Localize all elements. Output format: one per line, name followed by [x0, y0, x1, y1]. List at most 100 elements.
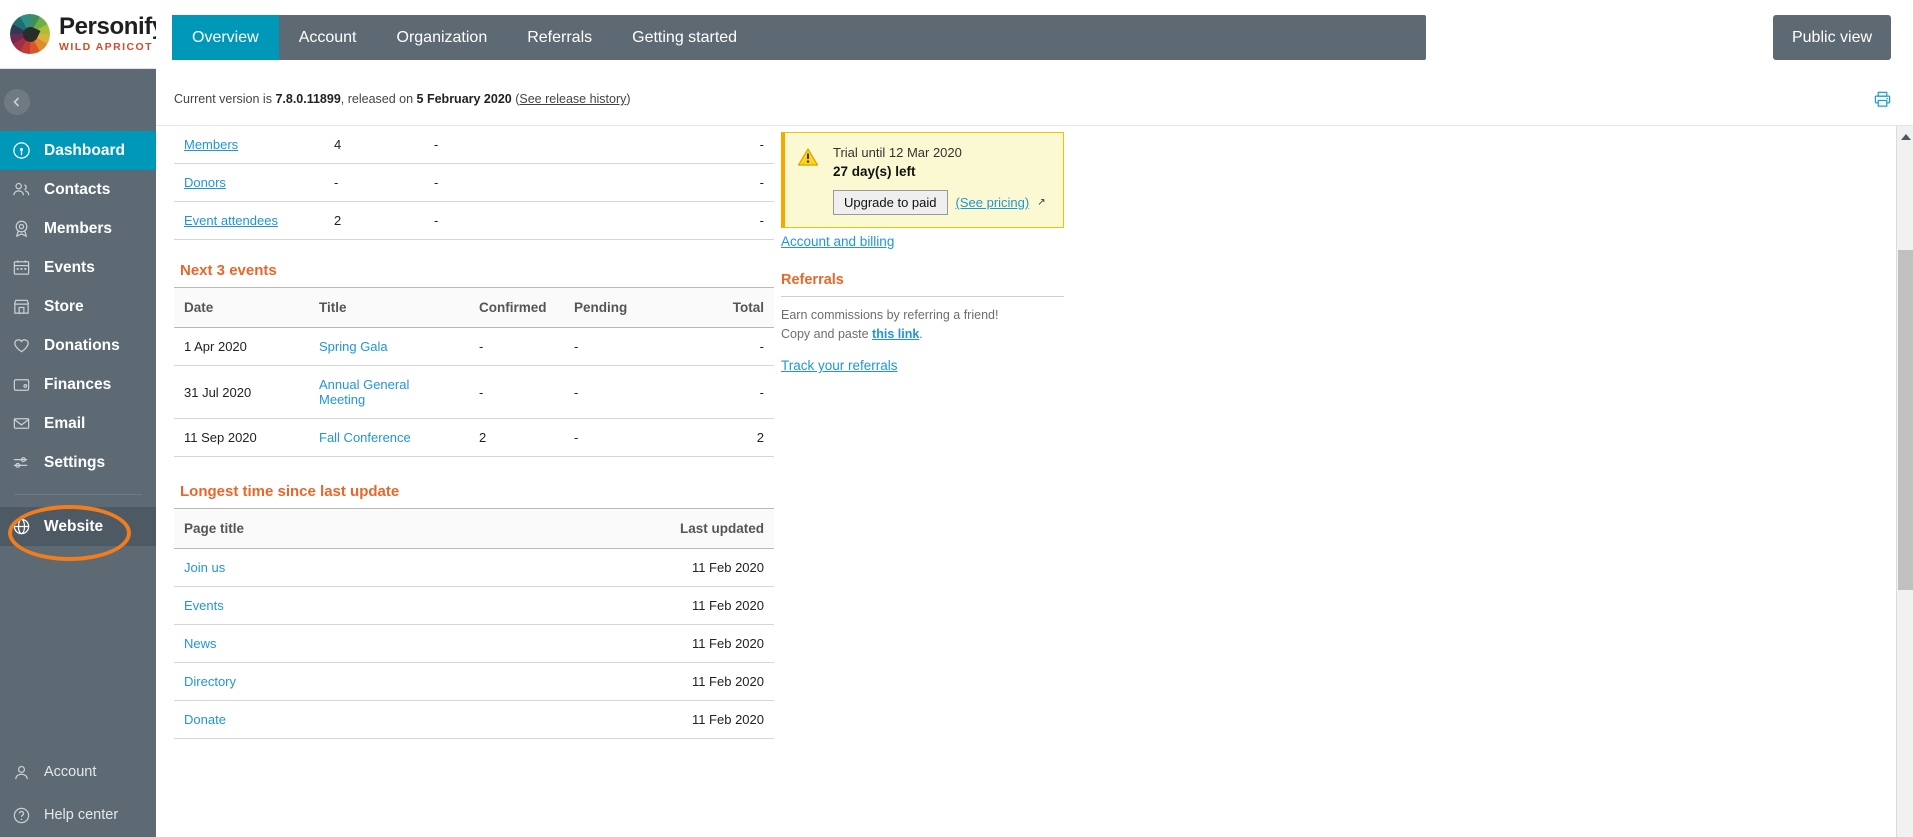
vertical-scrollbar[interactable]	[1896, 126, 1913, 837]
event-title-link[interactable]: Annual General Meeting	[319, 377, 409, 407]
page-link[interactable]: Directory	[184, 674, 236, 689]
trial-days-left: 27 day(s) left	[833, 164, 916, 179]
sidebar-item-settings[interactable]: Settings	[0, 443, 156, 482]
scroll-up-button[interactable]	[1897, 128, 1913, 145]
brand-name: Personify	[59, 13, 165, 41]
column-header-date: Date	[174, 287, 309, 328]
sidebar-item-label: Members	[44, 219, 113, 237]
sidebar-item-donations[interactable]: Donations	[0, 326, 156, 365]
close-paren: )	[626, 92, 631, 106]
brand-tagline: WILD APRICOT	[59, 41, 154, 54]
version-number: 7.8.0.11899	[275, 92, 341, 106]
event-confirmed: 2	[469, 418, 564, 457]
sidebar-item-label: Events	[44, 258, 95, 276]
table-row: Event attendees 2 - -	[174, 201, 774, 240]
summary-link-event-attendees[interactable]: Event attendees	[184, 213, 278, 228]
referrals-header: Referrals	[781, 272, 1064, 297]
sidebar-item-email[interactable]: Email	[0, 404, 156, 443]
event-title-link[interactable]: Spring Gala	[319, 339, 388, 354]
sidebar-bottom-nav: Account Help center	[0, 751, 156, 837]
page-updated: 11 Feb 2020	[334, 586, 774, 625]
summary-cell: -	[574, 163, 774, 202]
tab-organization[interactable]: Organization	[377, 15, 508, 60]
event-confirmed: -	[469, 365, 564, 419]
contacts-icon	[12, 180, 38, 199]
sidebar-item-contacts[interactable]: Contacts	[0, 170, 156, 209]
see-pricing-link[interactable]: (See pricing)	[956, 195, 1030, 210]
summary-cell: -	[574, 126, 774, 164]
referrals-line-2-prefix: Copy and paste	[781, 326, 873, 341]
event-date: 1 Apr 2020	[174, 327, 309, 366]
referral-this-link[interactable]: this link	[872, 327, 919, 341]
table-row: Donors - - -	[174, 163, 774, 202]
event-total: -	[659, 327, 774, 366]
table-row: Donate 11 Feb 2020	[174, 700, 774, 739]
version-middle: , released on	[340, 92, 417, 106]
heart-icon	[12, 336, 38, 355]
sidebar-item-members[interactable]: Members	[0, 209, 156, 248]
table-header-row: Date Title Confirmed Pending Total	[174, 287, 774, 328]
trial-actions: Upgrade to paid (See pricing) ↗	[833, 190, 1051, 215]
sidebar-item-account[interactable]: Account	[0, 751, 156, 793]
sidebar-item-dashboard[interactable]: Dashboard	[0, 131, 156, 170]
tab-account[interactable]: Account	[279, 15, 377, 60]
tab-referrals[interactable]: Referrals	[507, 15, 612, 60]
page-link[interactable]: News	[184, 636, 217, 651]
sidebar-item-website[interactable]: Website	[0, 507, 156, 546]
page-link[interactable]: Events	[184, 598, 224, 613]
column-header-last-updated: Last updated	[334, 508, 774, 549]
sidebar-item-label: Website	[44, 517, 104, 535]
sidebar-item-label: Contacts	[44, 180, 111, 198]
pinwheel-logo-icon	[10, 14, 50, 54]
sidebar-item-store[interactable]: Store	[0, 287, 156, 326]
summary-link-members[interactable]: Members	[184, 137, 238, 152]
version-bar: Current version is 7.8.0.11899, released…	[156, 75, 1913, 126]
event-title-link[interactable]: Fall Conference	[319, 430, 411, 445]
page-link[interactable]: Donate	[184, 712, 226, 727]
public-view-button[interactable]: Public view	[1773, 15, 1891, 60]
gauge-icon	[12, 141, 38, 160]
upgrade-to-paid-button[interactable]: Upgrade to paid	[833, 190, 948, 215]
sidebar-item-help-center[interactable]: Help center	[0, 793, 156, 837]
external-link-icon: ↗	[1037, 197, 1046, 208]
brand-logo[interactable]: Personify WILD APRICOT	[0, 0, 165, 69]
page-updated: 11 Feb 2020	[334, 662, 774, 701]
scrollbar-thumb[interactable]	[1898, 250, 1913, 590]
trial-until-text: Trial until 12 Mar 2020	[833, 145, 962, 160]
tab-getting-started[interactable]: Getting started	[612, 15, 757, 60]
column-header-confirmed: Confirmed	[469, 287, 564, 328]
sidebar-item-label: Help center	[44, 807, 119, 823]
tab-overview[interactable]: Overview	[172, 15, 279, 60]
summary-cell: -	[574, 201, 774, 240]
summary-cell: 2	[324, 201, 424, 240]
table-row: Members 4 - -	[174, 126, 774, 164]
track-your-referrals-link[interactable]: Track your referrals	[781, 358, 898, 373]
page-updated: 11 Feb 2020	[334, 548, 774, 587]
main-content: Members 4 - - Donors - - - Event attende…	[156, 126, 1913, 837]
event-pending: -	[564, 418, 659, 457]
referrals-line-2: Copy and paste this link.	[781, 325, 1064, 344]
collapse-sidebar-button[interactable]	[4, 89, 30, 115]
printer-icon[interactable]	[1873, 90, 1892, 114]
referrals-line-2-suffix: .	[919, 326, 923, 341]
table-row: Directory 11 Feb 2020	[174, 662, 774, 701]
sidebar-item-finances[interactable]: Finances	[0, 365, 156, 404]
page-link[interactable]: Join us	[184, 560, 225, 575]
store-icon	[12, 297, 38, 316]
calendar-icon	[12, 258, 38, 277]
release-history-link[interactable]: See release history	[519, 92, 626, 106]
tab-strip: Overview Account Organization Referrals …	[172, 15, 1426, 60]
table-row: 1 Apr 2020 Spring Gala - - -	[174, 327, 774, 366]
person-icon	[12, 763, 38, 782]
summary-cell: -	[424, 163, 574, 202]
account-and-billing-link[interactable]: Account and billing	[781, 234, 894, 249]
next-events-title: Next 3 events	[180, 262, 277, 279]
sidebar-item-label: Store	[44, 297, 84, 315]
globe-icon	[12, 517, 38, 536]
sidebar-item-label: Email	[44, 414, 86, 432]
table-row: Join us 11 Feb 2020	[174, 548, 774, 587]
release-date: 5 February 2020	[416, 92, 512, 106]
sidebar-item-events[interactable]: Events	[0, 248, 156, 287]
summary-link-donors[interactable]: Donors	[184, 175, 226, 190]
referrals-body: Earn commissions by referring a friend! …	[781, 306, 1064, 344]
